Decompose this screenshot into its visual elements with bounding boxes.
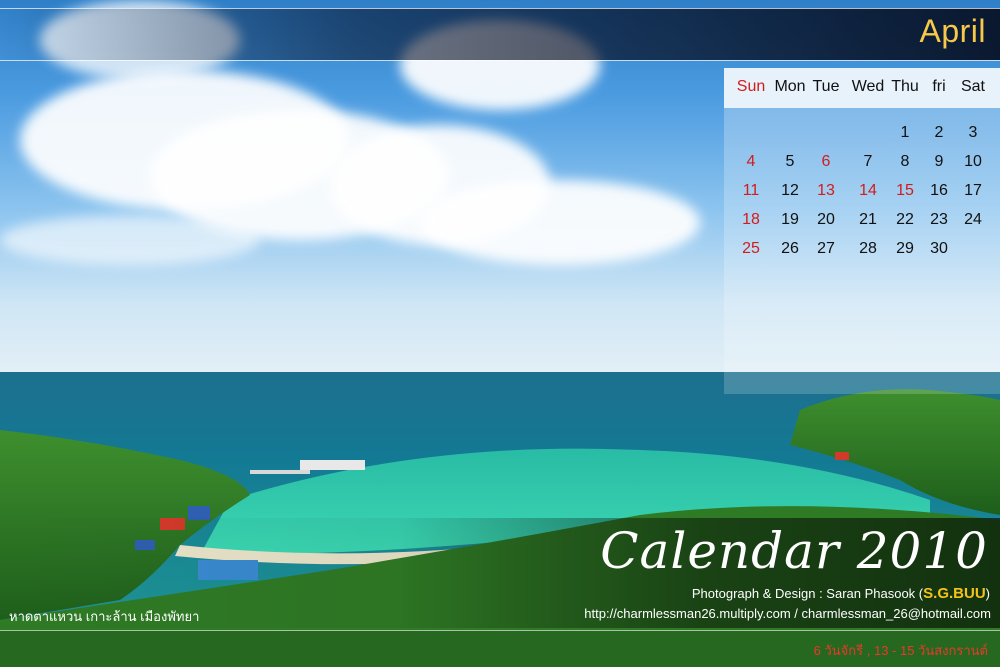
calendar-title: Calendar 2010 <box>600 522 988 580</box>
calendar-day[interactable]: 13 <box>808 182 844 200</box>
divider <box>0 60 1000 61</box>
calendar-day[interactable]: 19 <box>772 211 808 229</box>
contact-links: http://charmlessman26.multiply.com / cha… <box>584 606 991 621</box>
calendar-day[interactable]: 6 <box>808 153 844 171</box>
place-caption: หาดตาแหวน เกาะล้าน เมืองพัทยา <box>9 609 200 624</box>
weekday-sat: Sat <box>960 78 985 95</box>
divider <box>0 630 1000 631</box>
weekday-mon: Mon <box>774 78 806 95</box>
calendar-day[interactable]: 30 <box>921 240 957 258</box>
divider <box>0 8 1000 9</box>
calendar-day[interactable]: 26 <box>772 240 808 258</box>
calendar-day[interactable]: 3 <box>955 124 991 142</box>
credit-suffix: ) <box>985 586 990 601</box>
calendar-day[interactable]: 12 <box>772 182 808 200</box>
weekday-thu: Thu <box>891 78 919 95</box>
calendar-day[interactable]: 7 <box>850 153 886 171</box>
holiday-note: 6 วันจักรี , 13 - 15 วันสงกรานต์ <box>813 643 988 658</box>
month-label: April <box>919 13 986 49</box>
calendar-day[interactable]: 11 <box>733 182 769 200</box>
calendar-day[interactable]: 16 <box>921 182 957 200</box>
calendar-day[interactable]: 27 <box>808 240 844 258</box>
calendar-day[interactable]: 28 <box>850 240 886 258</box>
calendar-panel <box>724 68 1000 394</box>
calendar-day[interactable]: 4 <box>733 153 769 171</box>
calendar-day[interactable]: 24 <box>955 211 991 229</box>
calendar-day[interactable]: 21 <box>850 211 886 229</box>
calendar-day[interactable]: 14 <box>850 182 886 200</box>
calendar-day[interactable]: 10 <box>955 153 991 171</box>
calendar-day[interactable]: 22 <box>887 211 923 229</box>
calendar-day[interactable]: 18 <box>733 211 769 229</box>
calendar-day[interactable]: 2 <box>921 124 957 142</box>
calendar-day[interactable]: 1 <box>887 124 923 142</box>
calendar-day[interactable]: 8 <box>887 153 923 171</box>
brand-name: S.G.BUU <box>923 585 986 602</box>
credit-prefix: Photograph & Design : Saran Phasook ( <box>691 586 924 601</box>
calendar-day[interactable]: 20 <box>808 211 844 229</box>
calendar-day[interactable]: 23 <box>921 211 957 229</box>
calendar-day[interactable]: 15 <box>887 182 923 200</box>
weekday-sun: Sun <box>736 78 766 95</box>
calendar-day[interactable]: 5 <box>772 153 808 171</box>
weekday-fri: fri <box>932 78 946 95</box>
calendar-day[interactable]: 29 <box>887 240 923 258</box>
calendar-day[interactable]: 25 <box>733 240 769 258</box>
calendar-day[interactable]: 9 <box>921 153 957 171</box>
credit-line: Photograph & Design : Saran Phasook (S.G… <box>692 585 990 602</box>
weekday-tue: Tue <box>812 78 840 95</box>
calendar-day[interactable]: 17 <box>955 182 991 200</box>
weekday-wed: Wed <box>851 78 885 95</box>
month-bar <box>0 8 1000 60</box>
